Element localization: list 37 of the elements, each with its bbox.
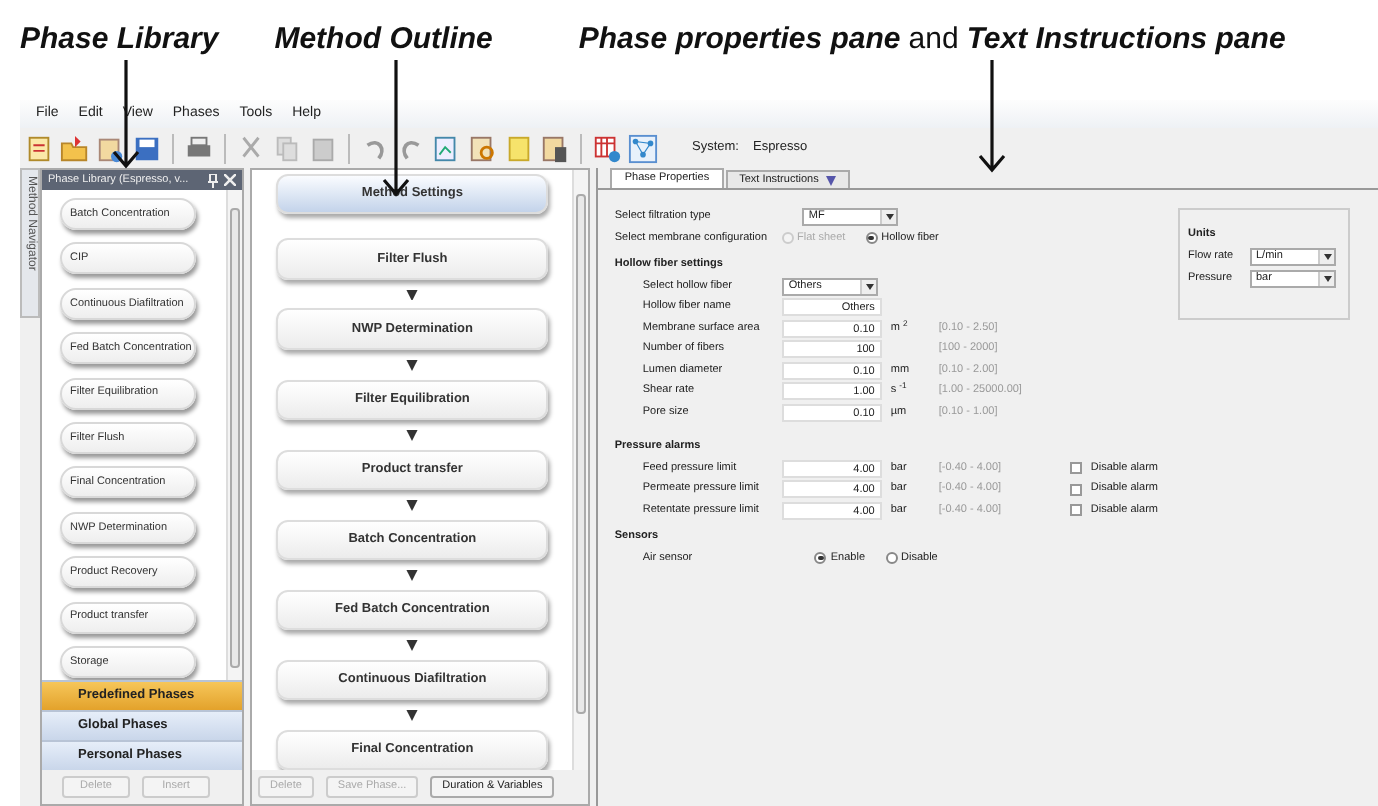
annotation-label: Phase Library xyxy=(20,20,219,60)
grid-icon[interactable] xyxy=(592,133,622,163)
down-arrow-icon xyxy=(406,429,419,442)
down-arrow-icon xyxy=(406,710,419,722)
print-icon[interactable] xyxy=(184,133,214,163)
clipboard-icon[interactable] xyxy=(96,133,126,163)
down-arrow-icon xyxy=(406,289,419,301)
radio-button[interactable] xyxy=(885,552,898,564)
pin-icon[interactable] xyxy=(208,173,219,187)
annotation-label: Phase properties pane xyxy=(578,20,901,60)
caret-icon xyxy=(865,283,874,289)
checkbox[interactable] xyxy=(1070,462,1083,474)
checkbox[interactable] xyxy=(1070,483,1083,495)
open-folder-icon[interactable] xyxy=(60,133,90,163)
caret-icon xyxy=(885,214,894,220)
paste-icon[interactable] xyxy=(308,133,338,163)
new-document-icon[interactable] xyxy=(24,133,54,163)
down-arrow-icon xyxy=(406,499,419,512)
down-arrow-icon xyxy=(406,640,419,652)
clipboard-search-icon[interactable] xyxy=(468,133,498,163)
scrollbar[interactable] xyxy=(226,190,243,680)
close-icon[interactable] xyxy=(224,173,237,185)
caret-icon xyxy=(1323,254,1331,260)
clipboard-calculator-icon[interactable] xyxy=(540,133,570,163)
annotation-label: Text Instructions pane xyxy=(966,20,1286,60)
radio-button[interactable] xyxy=(865,232,878,244)
scrollbar[interactable] xyxy=(572,170,589,770)
caret-icon xyxy=(1323,276,1331,282)
annotation-label: and xyxy=(908,20,959,60)
down-arrow-icon xyxy=(406,570,419,582)
save-icon[interactable] xyxy=(132,133,162,163)
annotation-arrow xyxy=(978,58,1006,173)
annotation-label: Method Outline xyxy=(274,20,493,60)
checkbox[interactable] xyxy=(1070,504,1083,516)
network-icon[interactable] xyxy=(628,133,658,163)
radio-button[interactable] xyxy=(814,552,827,564)
down-arrow-icon xyxy=(406,359,419,371)
